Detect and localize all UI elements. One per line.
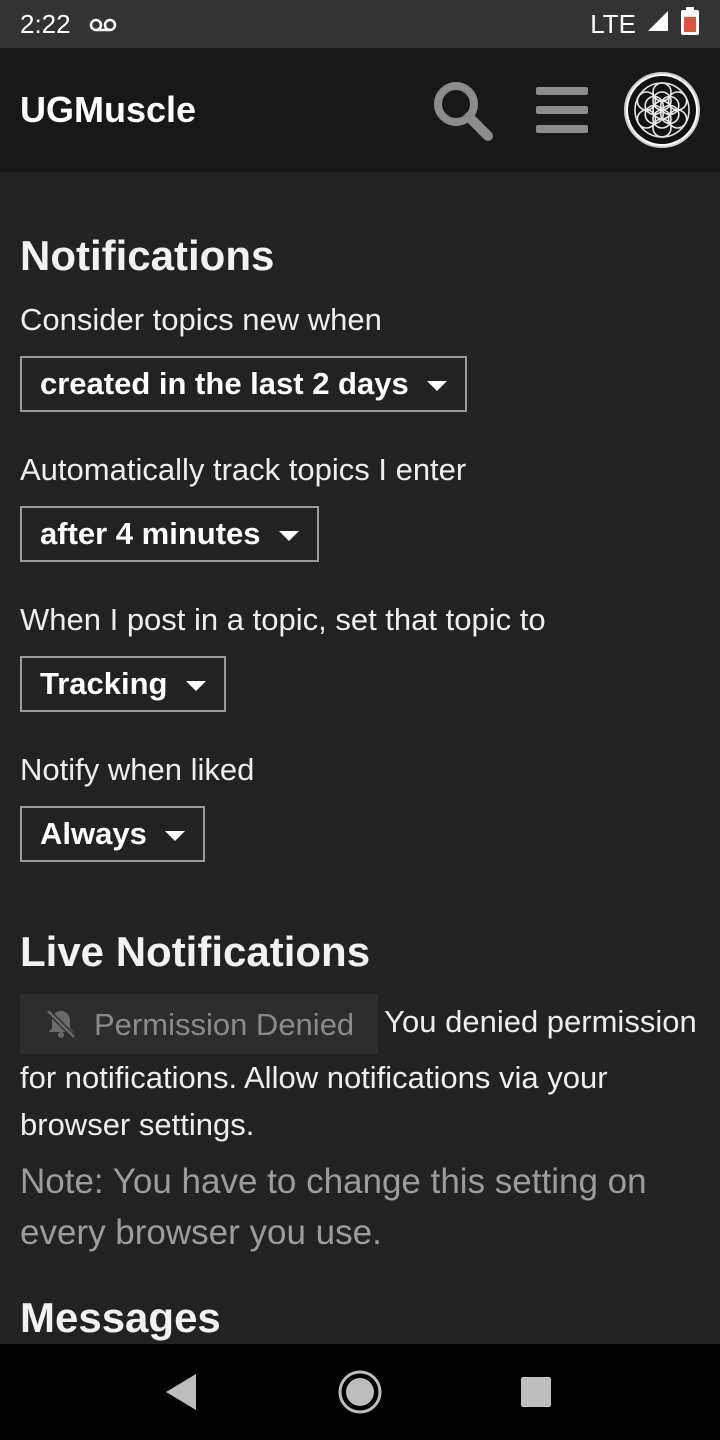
setting-label-post-topic: When I post in a topic, set that topic t…	[20, 602, 546, 637]
caret-down-icon	[185, 681, 206, 691]
voicemail-icon	[89, 9, 117, 40]
status-bar: 2:22 LTE	[0, 0, 720, 48]
select-value: Always	[40, 816, 147, 851]
preferences-content: Notifications Consider topics new when c…	[20, 172, 700, 1344]
browser-note: Note: You have to change this setting on…	[20, 1162, 647, 1252]
flower-of-life-icon	[628, 76, 696, 144]
setting-label-notify-liked: Notify when liked	[20, 752, 255, 787]
messages-title: Messages	[20, 1294, 221, 1341]
hamburger-menu-icon[interactable]	[534, 85, 590, 135]
select-value: Tracking	[40, 666, 168, 701]
setting-label-auto-track: Automatically track topics I enter	[20, 452, 467, 487]
system-nav-bar	[0, 1344, 720, 1440]
bell-slash-icon	[46, 1009, 76, 1039]
permission-row: Permission Denied You denied permission …	[20, 994, 700, 1148]
select-value: created in the last 2 days	[40, 366, 409, 401]
recents-icon[interactable]	[518, 1374, 554, 1410]
network-type: LTE	[590, 8, 636, 39]
battery-icon	[680, 6, 700, 42]
post-topic-select[interactable]: Tracking	[20, 656, 226, 712]
status-left: 2:22	[20, 9, 117, 40]
live-notifications-title: Live Notifications	[20, 928, 371, 975]
notifications-title: Notifications	[20, 232, 275, 279]
site-header: UGMuscle	[0, 48, 720, 172]
caret-down-icon	[426, 381, 447, 391]
setting-label-new-topics: Consider topics new when	[20, 302, 382, 337]
select-value: after 4 minutes	[40, 516, 261, 551]
signal-icon	[646, 9, 670, 40]
caret-down-icon	[278, 531, 299, 541]
caret-down-icon	[164, 831, 185, 841]
status-time: 2:22	[20, 8, 71, 39]
permission-denied-label: Permission Denied	[94, 1006, 355, 1042]
search-icon[interactable]	[430, 78, 494, 142]
permission-denied-button[interactable]: Permission Denied	[20, 994, 379, 1054]
new-topics-select[interactable]: created in the last 2 days	[20, 356, 467, 412]
auto-track-select[interactable]: after 4 minutes	[20, 506, 319, 562]
notify-liked-select[interactable]: Always	[20, 806, 205, 862]
site-title[interactable]: UGMuscle	[20, 89, 430, 131]
header-icons	[430, 72, 700, 148]
back-icon[interactable]	[160, 1370, 200, 1414]
status-right: LTE	[590, 6, 700, 42]
avatar[interactable]	[624, 72, 700, 148]
home-icon[interactable]	[336, 1368, 384, 1416]
